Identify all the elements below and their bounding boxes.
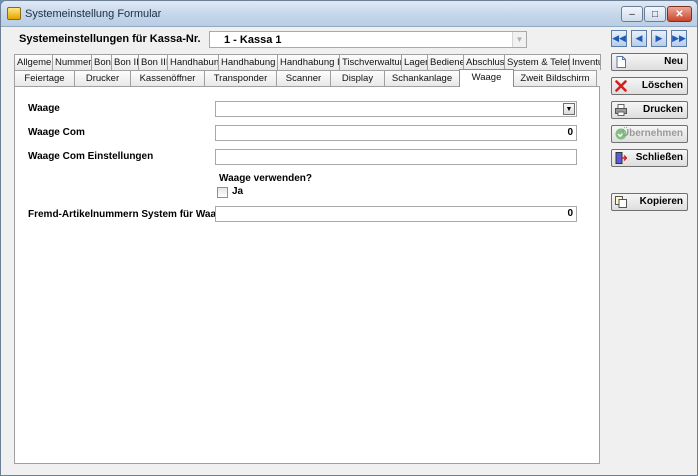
tab-bon[interactable]: Bon [91, 54, 112, 70]
kopieren-button[interactable]: Kopieren [611, 193, 688, 211]
kassa-select-value: 1 - Kassa 1 [224, 34, 282, 46]
tab-abschluss[interactable]: Abschluss [463, 54, 509, 70]
chevron-down-icon[interactable]: ▼ [563, 103, 575, 115]
waage-com-einstellungen-label: Waage Com Einstellungen [28, 151, 154, 162]
tab-display[interactable]: Display [330, 70, 385, 86]
tab-tischverwaltung[interactable]: Tischverwaltung [339, 54, 410, 70]
tab-system-telefon[interactable]: System & Telefon [504, 54, 581, 70]
schliessen-button[interactable]: Schließen [611, 149, 688, 167]
schliessen-button-label: Schließen [635, 152, 683, 163]
kopieren-button-label: Kopieren [639, 196, 683, 207]
tab-row-2: Feiertage Drucker Kassenöffner Transpond… [14, 69, 597, 87]
window-title: Systemeinstellung Formular [25, 8, 162, 20]
last-record-icon: ▶▶ [672, 33, 686, 43]
tab-lager[interactable]: Lager [401, 54, 428, 70]
tab-feiertage[interactable]: Feiertage [14, 70, 75, 86]
neu-button[interactable]: Neu [611, 53, 688, 71]
delete-icon [615, 80, 627, 92]
chevron-down-icon[interactable]: ▼ [512, 32, 526, 47]
waage-select[interactable]: ▼ [215, 101, 577, 117]
loeschen-button[interactable]: Löschen [611, 77, 688, 95]
uebernehmen-button-label: Übernehmen [621, 128, 683, 139]
tab-scanner[interactable]: Scanner [276, 70, 331, 86]
tab-handhabung-ii[interactable]: Handhabung II [218, 54, 283, 70]
first-record-icon: ◀◀ [612, 33, 626, 43]
tab-inventur[interactable]: Inventur [569, 54, 601, 70]
drucken-button-label: Drucken [642, 104, 683, 115]
ja-label: Ja [232, 186, 244, 197]
minimize-button[interactable]: – [621, 6, 643, 22]
waage-tab-panel [14, 86, 600, 464]
new-document-icon [616, 56, 626, 68]
waage-com-value: 0 [567, 127, 573, 138]
tab-bon-ii[interactable]: Bon II [111, 54, 139, 70]
tab-row-1: Allgemein Nummern Bon Bon II Bon III Han… [14, 54, 601, 70]
tab-kassenoeffner[interactable]: Kassenöffner [130, 70, 205, 86]
nav-first-button[interactable]: ◀◀ [611, 30, 627, 47]
fremd-artikelnummern-label: Fremd-Artikelnummern System für Waage [28, 209, 228, 220]
nav-last-button[interactable]: ▶▶ [671, 30, 687, 47]
maximize-icon: □ [651, 8, 659, 20]
tab-waage[interactable]: Waage [459, 69, 514, 87]
tab-allgemein[interactable]: Allgemein [14, 54, 59, 70]
minimize-icon: – [629, 8, 635, 20]
exit-door-icon [615, 152, 627, 164]
uebernehmen-button[interactable]: Übernehmen [611, 125, 688, 143]
waage-com-einstellungen-input[interactable] [215, 149, 577, 165]
kassa-select[interactable]: 1 - Kassa 1 ▼ [209, 31, 527, 48]
tab-zweit-bildschirm[interactable]: Zweit Bildschirm [513, 70, 597, 86]
waage-com-label: Waage Com [28, 127, 85, 138]
previous-record-icon: ◀ [635, 33, 643, 43]
next-record-icon: ▶ [655, 33, 663, 43]
nav-next-button[interactable]: ▶ [651, 30, 667, 47]
tab-bediener[interactable]: Bediener [427, 54, 468, 70]
waage-label: Waage [28, 103, 60, 114]
printer-icon [615, 104, 627, 116]
title-bar[interactable]: Systemeinstellung Formular – □ ✕ [1, 1, 697, 27]
maximize-button[interactable]: □ [644, 6, 666, 22]
waage-com-input[interactable]: 0 [215, 125, 577, 141]
close-icon: ✕ [675, 8, 684, 20]
drucken-button[interactable]: Drucken [611, 101, 688, 119]
ja-checkbox[interactable] [217, 187, 228, 198]
app-icon [7, 7, 21, 20]
fremd-artikelnummern-value: 0 [567, 208, 573, 219]
tab-handhabung-iii[interactable]: Handhabung III [277, 54, 345, 70]
nav-prev-button[interactable]: ◀ [631, 30, 647, 47]
loeschen-button-label: Löschen [641, 80, 683, 91]
tab-bon-iii[interactable]: Bon III [138, 54, 168, 70]
tab-handhabung[interactable]: Handhabung [167, 54, 224, 70]
copy-icon [615, 196, 627, 208]
tab-transponder[interactable]: Transponder [204, 70, 277, 86]
tab-drucker[interactable]: Drucker [74, 70, 131, 86]
close-window-button[interactable]: ✕ [667, 6, 692, 22]
app-window: Systemeinstellung Formular – □ ✕ Systeme… [0, 0, 698, 476]
tab-nummern[interactable]: Nummern [52, 54, 97, 70]
fremd-artikelnummern-input[interactable]: 0 [215, 206, 577, 222]
kassa-label: Systemeinstellungen für Kassa-Nr. [19, 33, 201, 45]
neu-button-label: Neu [664, 56, 683, 67]
tab-schankanlage[interactable]: Schankanlage [384, 70, 460, 86]
waage-verwenden-label: Waage verwenden? [219, 173, 312, 184]
